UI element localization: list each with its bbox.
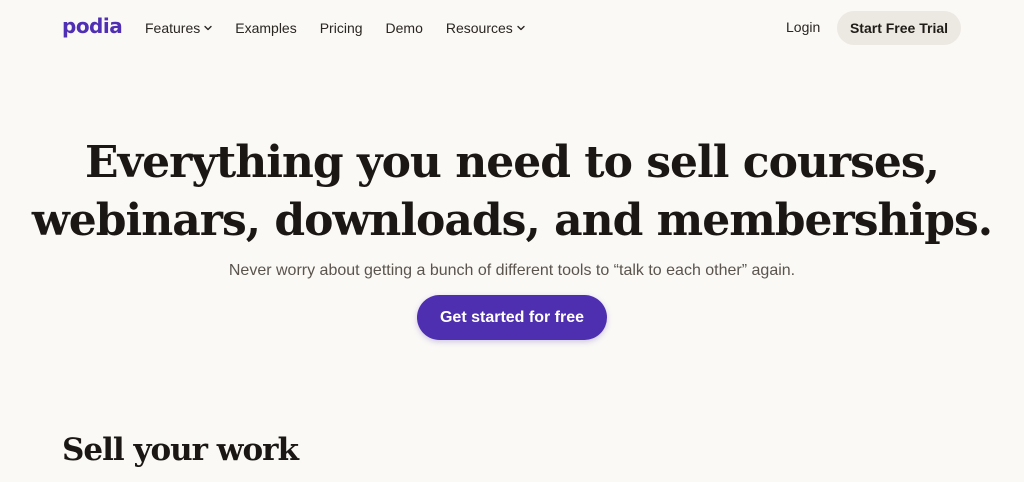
- hero-title-line-1: Everything you need to sell courses,: [85, 137, 940, 188]
- hero-subtitle: Never worry about getting a bunch of dif…: [228, 262, 796, 279]
- chevron-down-icon: [204, 25, 212, 31]
- page: podia Features Examples Pricing Demo Res…: [0, 0, 1024, 482]
- sell-your-work-heading: Sell your work: [62, 432, 299, 468]
- start-free-trial-button[interactable]: Start Free Trial: [837, 11, 961, 45]
- podia-logo[interactable]: podia: [62, 14, 123, 38]
- login-link[interactable]: Login: [786, 19, 820, 35]
- nav-item-label: Examples: [235, 20, 297, 36]
- nav-item-resources[interactable]: Resources: [446, 20, 525, 36]
- hero-title-line-2: webinars, downloads, and memberships.: [31, 195, 993, 246]
- nav-item-label: Pricing: [319, 20, 363, 36]
- nav-item-label: Resources: [445, 20, 513, 36]
- chevron-down-icon: [517, 25, 525, 31]
- site-header: podia Features Examples Pricing Demo Res…: [0, 0, 1024, 56]
- nav-item-label: Demo: [385, 20, 423, 36]
- nav-item-demo[interactable]: Demo: [386, 20, 423, 36]
- nav-item-pricing[interactable]: Pricing: [320, 20, 363, 36]
- nav-item-features[interactable]: Features: [145, 20, 212, 36]
- get-started-button[interactable]: Get started for free: [417, 295, 607, 340]
- nav-item-label: Features: [145, 20, 201, 36]
- hero-title: Everything you need to sell courses, web…: [0, 134, 1024, 250]
- nav-item-examples[interactable]: Examples: [235, 20, 296, 36]
- main-nav: Features Examples Pricing Demo Resources: [145, 0, 548, 56]
